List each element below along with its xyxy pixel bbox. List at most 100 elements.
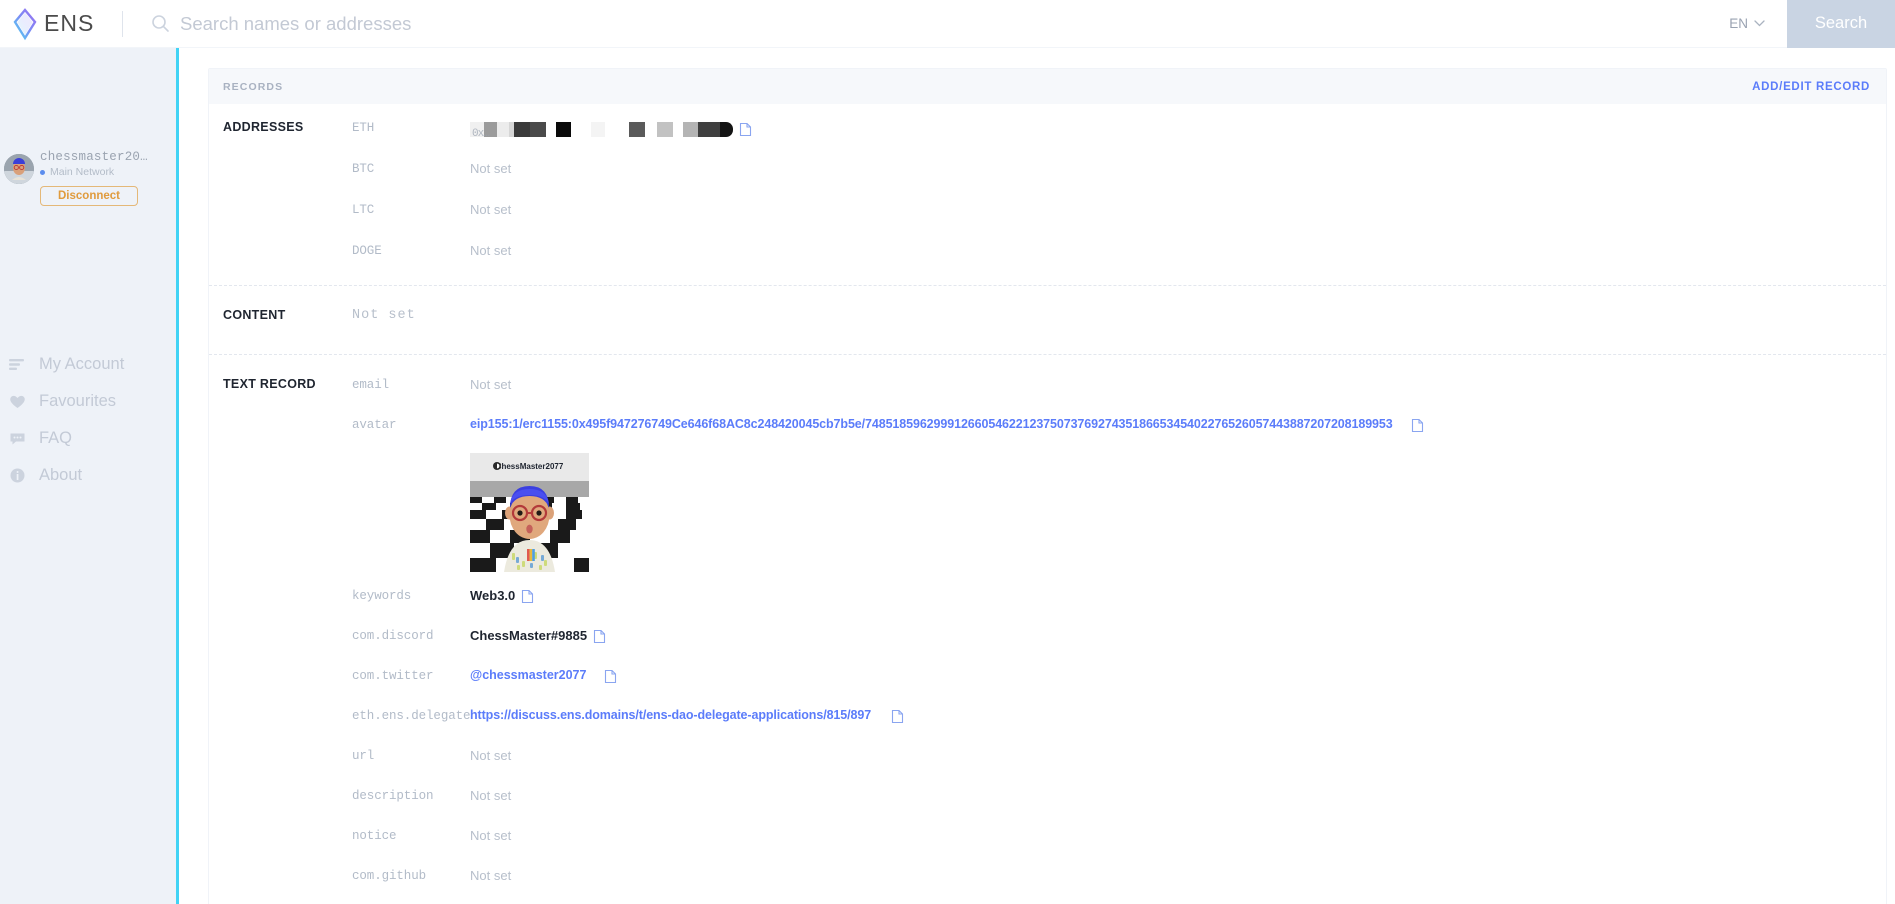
account-meta: chessmaster20… Main Network Disconnect: [40, 150, 148, 206]
avatar: [4, 154, 34, 184]
record-key: BTC: [352, 162, 375, 176]
avatar-nft-image: ChessMaster2077: [470, 453, 589, 572]
sidebar-accent-line: [176, 48, 179, 904]
sidebar-item-label: Favourites: [39, 392, 117, 410]
sidebar-item-label: My Account: [39, 355, 125, 373]
record-value-eth: 0x…: [470, 120, 752, 140]
table-row: ADDRESSES ETH 0x…: [209, 120, 1886, 146]
record-value[interactable]: @chessmaster2077: [470, 668, 586, 682]
network-status-dot: [40, 169, 45, 175]
main-content: RECORDS ADD/EDIT RECORD ADDRESSES ETH 0x…: [179, 48, 1895, 904]
sidebar-item-my-account[interactable]: My Account: [0, 346, 178, 383]
record-key: eth.ens.delegate: [352, 709, 471, 723]
record-key: email: [352, 378, 390, 392]
chevron-down-icon: [1754, 20, 1765, 27]
sidebar: chessmaster20… Main Network Disconnect M…: [0, 48, 178, 904]
sidebar-nav: My Account Favourites FAQ About: [0, 346, 178, 494]
record-key-spacer: [352, 443, 470, 444]
avatar-image: [4, 154, 34, 184]
table-row: com.discord ChessMaster#9885: [209, 628, 1886, 654]
records-panel: RECORDS ADD/EDIT RECORD ADDRESSES ETH 0x…: [208, 68, 1887, 904]
table-row: description Not set: [209, 788, 1886, 814]
addresses-section: ADDRESSES ETH 0x… BTC Not set LTC Not se…: [209, 104, 1886, 285]
sidebar-item-label: About: [39, 466, 83, 484]
table-row: TEXT RECORD email Not set: [209, 377, 1886, 403]
search-input[interactable]: [180, 12, 1708, 35]
record-key: com.github: [352, 869, 427, 883]
disconnect-button[interactable]: Disconnect: [40, 186, 138, 206]
copy-icon[interactable]: [521, 589, 534, 604]
table-row: avatar eip155:1/erc1155:0x495f947276749C…: [209, 417, 1886, 443]
section-title: TEXT RECORD: [223, 377, 316, 391]
table-row: com.github Not set: [209, 868, 1886, 894]
table-row: LTC Not set: [209, 202, 1886, 228]
brand-name: ENS: [44, 10, 95, 36]
table-row: notice Not set: [209, 828, 1886, 854]
record-key: keywords: [352, 589, 412, 603]
speech-bubble-icon: [10, 433, 25, 445]
network-status: Main Network: [40, 166, 148, 178]
app-header: ENS EN Search: [0, 0, 1895, 48]
brand-logo[interactable]: ENS: [0, 7, 110, 41]
record-value: Not set: [470, 202, 512, 217]
table-row: eth.ens.delegate https://discuss.ens.dom…: [209, 708, 1886, 734]
record-value: Web3.0: [470, 588, 516, 603]
record-key: DOGE: [352, 244, 382, 258]
record-key: notice: [352, 829, 397, 843]
search-icon: [152, 15, 169, 32]
record-key: description: [352, 789, 434, 803]
heart-icon: [10, 395, 25, 408]
network-name: Main Network: [50, 166, 115, 178]
ens-diamond-logo-icon: [13, 7, 37, 40]
copy-icon[interactable]: [593, 629, 606, 644]
record-key: avatar: [352, 418, 397, 432]
svg-text:ChessMaster2077: ChessMaster2077: [496, 462, 564, 471]
table-row: url Not set: [209, 748, 1886, 774]
sidebar-item-favourites[interactable]: Favourites: [0, 383, 178, 420]
record-key: LTC: [352, 203, 375, 217]
header-divider: [122, 10, 123, 37]
language-selector[interactable]: EN: [1707, 0, 1787, 48]
copy-icon[interactable]: [1411, 418, 1424, 433]
account-summary: chessmaster20… Main Network Disconnect: [4, 150, 172, 206]
record-value[interactable]: https://discuss.ens.domains/t/ens-dao-de…: [470, 708, 871, 722]
table-row: ChessMaster2077: [209, 443, 1886, 586]
record-value: Not set: [470, 243, 512, 258]
add-edit-record-button[interactable]: ADD/EDIT RECORD: [1752, 81, 1870, 93]
search-button[interactable]: Search: [1787, 0, 1895, 48]
table-row: DOGE Not set: [209, 243, 1886, 269]
section-title: CONTENT: [223, 308, 286, 322]
sidebar-item-about[interactable]: About: [0, 457, 178, 494]
redacted-ghost-text: 0x…: [472, 128, 490, 140]
search-bar[interactable]: [151, 0, 1708, 48]
panel-title: RECORDS: [223, 80, 284, 93]
record-value: Not set: [470, 377, 512, 392]
copy-icon[interactable]: [739, 122, 752, 137]
content-section: CONTENT Not set: [209, 285, 1886, 354]
redacted-address: 0x…: [470, 120, 733, 140]
record-value: Not set: [470, 161, 512, 176]
sidebar-item-label: FAQ: [39, 429, 73, 447]
list-lines-icon: [9, 359, 24, 370]
account-name: chessmaster20…: [40, 150, 148, 164]
record-key: url: [352, 749, 375, 763]
record-key: com.twitter: [352, 669, 434, 683]
ens-app-window: ENS EN Search: [0, 0, 1895, 904]
text-record-section: TEXT RECORD email Not set avatar eip155:…: [209, 354, 1886, 904]
record-key: com.discord: [352, 629, 434, 643]
copy-icon[interactable]: [891, 709, 904, 724]
record-value: Not set: [470, 868, 512, 883]
sidebar-item-faq[interactable]: FAQ: [0, 420, 178, 457]
record-value-avatar-uri[interactable]: eip155:1/erc1155:0x495f947276749Ce646f68…: [470, 417, 1393, 431]
table-row: com.twitter @chessmaster2077: [209, 668, 1886, 694]
copy-icon[interactable]: [604, 669, 617, 684]
record-value: Not set: [470, 788, 512, 803]
record-value: Not set: [470, 748, 512, 763]
info-circle-icon: [10, 468, 25, 483]
section-title: ADDRESSES: [223, 120, 304, 134]
record-value: ChessMaster#9885: [470, 628, 588, 643]
language-label: EN: [1729, 16, 1748, 31]
table-row: keywords Web3.0: [209, 588, 1886, 614]
records-panel-header: RECORDS ADD/EDIT RECORD: [209, 69, 1886, 104]
table-row: CONTENT Not set: [209, 308, 1886, 334]
